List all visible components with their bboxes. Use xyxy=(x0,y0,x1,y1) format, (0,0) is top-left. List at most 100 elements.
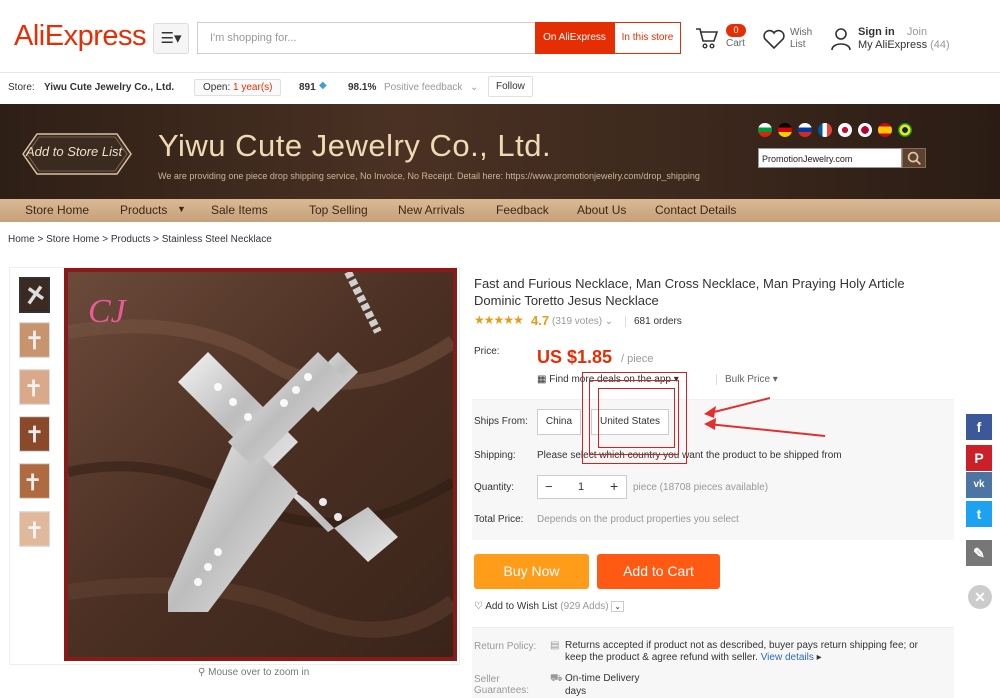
edit-pencil-icon[interactable]: ✎ xyxy=(966,540,992,566)
flag-icon-kr[interactable] xyxy=(838,123,852,137)
bulk-price-text: Bulk Price xyxy=(725,374,771,385)
nav-feedback[interactable]: Feedback xyxy=(496,203,549,217)
flag-icon-bg[interactable] xyxy=(758,123,772,137)
price-label: Price: xyxy=(474,346,500,357)
main-product-image[interactable]: CJ xyxy=(64,268,457,661)
my-aliexpress-link[interactable]: My AliExpress xyxy=(858,39,927,51)
return-text: Returns accepted if product not as descr… xyxy=(565,640,918,663)
feedback-label[interactable]: Positive feedback xyxy=(384,82,462,93)
feedback-percent: 98.1% xyxy=(348,82,377,93)
flag-icon-jp[interactable] xyxy=(858,123,872,137)
thumbnail-3[interactable] xyxy=(19,369,50,405)
breadcrumb: Home > Store Home > Products > Stainless… xyxy=(8,234,272,245)
orders-count: 681 orders xyxy=(625,316,682,327)
thumbnail-6[interactable] xyxy=(19,511,50,547)
nav-products[interactable]: Products xyxy=(120,203,167,217)
close-icon[interactable]: ✕ xyxy=(968,585,992,609)
thumbnail-4[interactable] xyxy=(19,416,50,452)
pinterest-share-icon[interactable]: P xyxy=(966,445,992,471)
flag-icon-br[interactable] xyxy=(898,123,912,137)
store-banner-subtitle: We are providing one piece drop shipping… xyxy=(158,171,700,181)
add-to-store-list-label[interactable]: Add to Store List xyxy=(26,144,122,159)
join-link[interactable]: Join xyxy=(907,26,927,38)
heart-plus-icon: ♡ xyxy=(474,601,483,612)
truck-icon: ⛟ xyxy=(550,673,563,684)
search-input[interactable]: I'm shopping for... xyxy=(197,22,535,54)
flag-icon-es[interactable] xyxy=(878,123,892,137)
return-policy-text: Returns accepted if product not as descr… xyxy=(565,640,918,663)
store-name[interactable]: Yiwu Cute Jewelry Co., Ltd. xyxy=(44,82,174,93)
thumbnail-5[interactable] xyxy=(19,463,50,499)
crumb-category[interactable]: Stainless Steel Necklace xyxy=(162,234,272,245)
flag-icon-fr[interactable] xyxy=(818,123,832,137)
per-piece: / piece xyxy=(621,353,654,365)
votes-count[interactable]: (319 votes) ⌄ xyxy=(552,316,613,327)
view-details-link[interactable]: View details xyxy=(761,652,814,663)
store-score: 891 xyxy=(299,82,316,93)
my-aliexpress-count: (44) xyxy=(930,39,950,51)
store-info-bar: Store: Yiwu Cute Jewelry Co., Ltd. Open:… xyxy=(0,74,1000,102)
cart-label[interactable]: Cart xyxy=(726,38,745,49)
return-policy-label: Return Policy: xyxy=(474,641,537,652)
sign-in-link[interactable]: Sign in xyxy=(858,26,895,38)
nav-contact-details[interactable]: Contact Details xyxy=(655,203,736,217)
quantity-input[interactable]: 1 xyxy=(578,481,584,493)
ships-from-china[interactable]: China xyxy=(537,409,581,435)
zoom-hint-text: Mouse over to zoom in xyxy=(208,667,310,678)
search-in-store-button[interactable]: In this store xyxy=(614,22,681,54)
brand-watermark: CJ xyxy=(88,293,128,330)
flag-icon-de[interactable] xyxy=(778,123,792,137)
return-icon: ▤ xyxy=(550,640,560,651)
category-menu-button[interactable]: ☰▾ xyxy=(153,23,189,54)
search-on-aliexpress-button[interactable]: On AliExpress xyxy=(535,22,614,54)
aliexpress-logo[interactable]: AliExpress xyxy=(14,20,147,53)
thumbnail-1[interactable] xyxy=(19,277,50,313)
chevron-down-icon: ⌄ xyxy=(470,82,479,93)
cross-necklace-image: CJ xyxy=(68,272,453,657)
cart-count-badge: 0 xyxy=(726,24,746,37)
bulk-price-link[interactable]: Bulk Price ▾ xyxy=(716,374,778,385)
cart-icon[interactable] xyxy=(695,26,719,50)
store-nav: Store Home Products ▼ Sale Items Top Sel… xyxy=(0,199,1000,222)
total-price-message: Depends on the product properties you se… xyxy=(537,514,739,525)
nav-top-selling[interactable]: Top Selling xyxy=(309,203,368,217)
buy-now-button[interactable]: Buy Now xyxy=(474,554,589,589)
crumb-home[interactable]: Home xyxy=(8,234,35,245)
quantity-increase-button[interactable]: + xyxy=(610,478,618,494)
nav-sale-items[interactable]: Sale Items xyxy=(211,203,268,217)
flag-icon-ru[interactable] xyxy=(798,123,812,137)
nav-new-arrivals[interactable]: New Arrivals xyxy=(398,203,465,217)
caret-down-icon: ▼ xyxy=(177,204,186,214)
quantity-decrease-button[interactable]: − xyxy=(545,479,553,494)
user-icon[interactable] xyxy=(830,27,852,51)
nav-about-us[interactable]: About Us xyxy=(577,203,626,217)
add-to-cart-button[interactable]: Add to Cart xyxy=(597,554,720,589)
store-open-badge: Open: 1 year(s) xyxy=(194,79,282,96)
heart-icon[interactable] xyxy=(762,28,786,50)
store-search-button[interactable] xyxy=(902,148,926,168)
crumb-store-home[interactable]: Store Home xyxy=(46,234,99,245)
zoom-hint: ⚲ Mouse over to zoom in xyxy=(198,667,309,678)
crumb-products[interactable]: Products xyxy=(111,234,150,245)
thumbnail-2[interactable] xyxy=(19,322,50,358)
annotation-arrows xyxy=(704,397,826,437)
nav-store-home[interactable]: Store Home xyxy=(25,203,89,217)
quantity-stepper: − 1 + xyxy=(537,475,627,499)
wish-list-link[interactable]: Wish List xyxy=(790,27,820,51)
follow-button[interactable]: Follow xyxy=(488,76,533,97)
quantity-available: piece (18708 pieces available) xyxy=(633,482,769,493)
product-price: US $1.85 xyxy=(537,347,613,367)
delivery-days: days xyxy=(565,686,587,697)
annotation-box-inner xyxy=(598,388,675,448)
vk-share-icon[interactable]: vk xyxy=(966,472,992,498)
wish-count: (929 Adds) xyxy=(560,601,609,612)
add-to-wishlist-link[interactable]: ♡ Add to Wish List (929 Adds) ⌄ xyxy=(474,601,625,612)
ships-from-label: Ships From: xyxy=(474,416,528,427)
store-search-input[interactable]: PromotionJewelry.com xyxy=(758,148,902,168)
total-price-label: Total Price: xyxy=(474,514,524,525)
quantity-label: Quantity: xyxy=(474,482,515,493)
rating-value: 4.7 xyxy=(531,313,550,328)
facebook-share-icon[interactable]: f xyxy=(966,414,992,440)
twitter-share-icon[interactable]: t xyxy=(966,501,992,527)
qr-code-icon: ▦ xyxy=(537,374,547,385)
